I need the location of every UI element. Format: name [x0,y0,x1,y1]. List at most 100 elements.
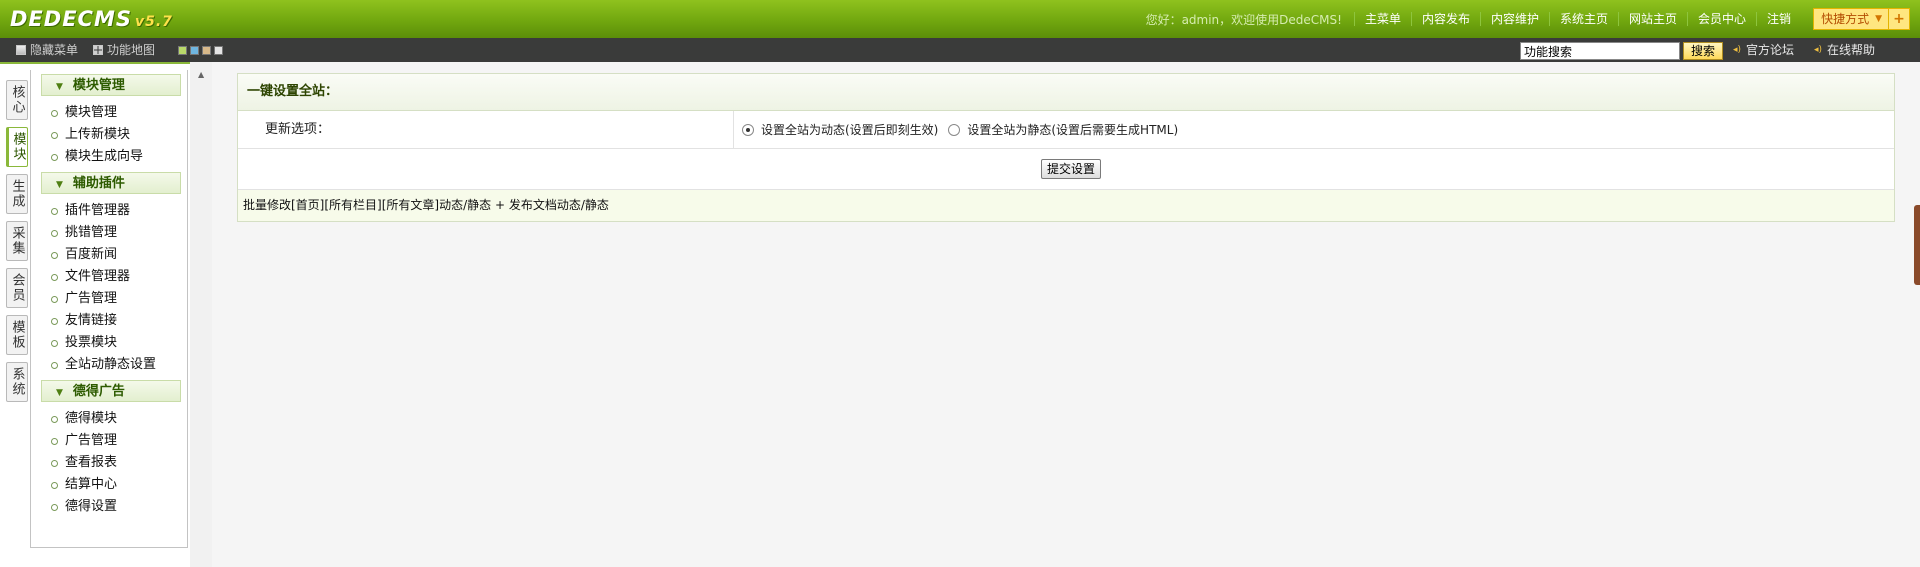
toolbar: 隐藏菜单 功能地图 搜索 ◂) 官方论坛 ◂) 在线帮助 [0,38,1920,64]
speaker-icon: ◂) [1814,45,1823,55]
tab-members[interactable]: 会员 [6,268,28,308]
sidebar-menu: ▼ 模块管理 模块管理 上传新模块 模块生成向导 ▼ 辅助插件 插件管理器 挑错管理… [30,70,188,548]
function-search-input[interactable] [1520,42,1680,60]
menu-item[interactable]: 友情链接 [31,310,187,332]
menu-list: 插件管理器 挑错管理 百度新闻 文件管理器 广告管理 友情链接 投票模块 全站动… [31,200,187,376]
menu-group-label: 辅助插件 [72,176,125,191]
radio-dynamic[interactable] [742,123,754,136]
menu-item[interactable]: 模块管理 [31,102,187,124]
menu-item[interactable]: 投票模块 [31,332,187,354]
chevron-down-icon: ▼ [56,180,63,190]
nav-content-publish[interactable]: 内容发布 [1410,12,1480,26]
menu-item[interactable]: 挑错管理 [31,222,187,244]
grid-icon [93,45,103,55]
menu-item-label: 模块生成向导 [65,149,144,164]
tab-generate[interactable]: 生成 [6,174,28,214]
sidebar-splitter[interactable] [190,62,212,567]
menu-item-label: 广告管理 [65,433,118,448]
radio-static[interactable] [948,123,961,136]
menu-item[interactable]: 结算中心 [31,474,187,496]
triangle-up-icon[interactable]: ▲ [198,70,204,79]
radio-static-label[interactable]: 设置全站为静态(设置后需要生成HTML) [967,121,1178,138]
menu-item[interactable]: 文件管理器 [31,266,187,288]
category-tabs: 核心 模块 生成 采集 会员 模板 系统 [6,80,28,409]
skin-swatch-green[interactable] [178,46,187,55]
tab-system[interactable]: 系统 [6,362,28,402]
tab-templates[interactable]: 模板 [6,315,28,355]
bullet-icon [51,437,58,445]
menu-item-label: 全站动静态设置 [65,357,157,372]
skin-switcher [178,46,223,55]
tab-collect[interactable]: 采集 [6,221,28,261]
bullet-icon [51,295,58,303]
menu-item-label: 文件管理器 [65,269,131,284]
tab-modules[interactable]: 模块 [6,127,28,167]
bullet-icon [51,459,58,467]
online-help-link[interactable]: ◂) 在线帮助 [1814,38,1875,62]
side-panel-handle[interactable] [1914,205,1920,285]
skin-swatch-tan[interactable] [202,46,211,55]
function-map-button[interactable]: 功能地图 [93,38,155,62]
menu-item-label: 百度新闻 [65,247,118,262]
menu-item[interactable]: 插件管理器 [31,200,187,222]
menu-item-label: 插件管理器 [65,203,131,218]
nav-site-home[interactable]: 网站主页 [1618,12,1687,26]
logo-version: v5.7 [135,14,173,30]
official-forum-link[interactable]: ◂) 官方论坛 [1733,38,1794,62]
nav-member-center[interactable]: 会员中心 [1687,12,1756,26]
menu-item-label: 德得模块 [65,411,118,426]
tab-core[interactable]: 核心 [6,80,28,120]
menu-item[interactable]: 广告管理 [31,288,187,310]
logo-text: DEDECMS [10,7,132,31]
skin-swatch-blue[interactable] [190,46,199,55]
welcome-text: 您好：admin，欢迎使用DedeCMS! [1145,12,1342,27]
menu-item[interactable]: 广告管理 [31,430,187,452]
menu-item[interactable]: 德得设置 [31,496,187,518]
dedecms-logo[interactable]: DEDECMS v5.7 [10,7,173,33]
menu-group-title[interactable]: ▼ 德得广告 [41,380,181,402]
menu-list: 模块管理 上传新模块 模块生成向导 [31,102,187,168]
menu-item[interactable]: 模块生成向导 [31,146,187,168]
online-help-label: 在线帮助 [1827,43,1876,57]
menu-item-label: 挑错管理 [65,225,118,240]
menu-group-title[interactable]: ▼ 辅助插件 [41,172,181,194]
quick-menu[interactable]: 快捷方式 ▼ + [1813,8,1910,30]
function-map-label: 功能地图 [107,43,156,57]
nav-content-maintain[interactable]: 内容维护 [1479,12,1549,26]
menu-item[interactable]: 德得模块 [31,408,187,430]
bullet-icon [51,251,58,259]
top-header: DEDECMS v5.7 您好：admin，欢迎使用DedeCMS! 主菜单 内容… [0,0,1920,38]
chevron-down-icon: ▼ [56,82,63,92]
chevron-down-icon[interactable]: ▼ [1875,9,1888,29]
bullet-icon [51,415,58,423]
search-button[interactable]: 搜索 [1683,42,1723,60]
sidebar-toggle-icon [16,45,26,55]
menu-item[interactable]: 上传新模块 [31,124,187,146]
quick-menu-label[interactable]: 快捷方式 [1814,9,1875,29]
option-values: 设置全站为动态(设置后即刻生效) 设置全站为静态(设置后需要生成HTML) [734,111,1188,148]
menu-item-label: 查看报表 [65,455,118,470]
radio-dynamic-label[interactable]: 设置全站为动态(设置后即刻生效) [761,121,938,138]
menu-group-title[interactable]: ▼ 模块管理 [41,74,181,96]
bullet-icon [51,481,58,489]
nav-logout[interactable]: 注销 [1756,12,1801,26]
submit-settings-button[interactable]: 提交设置 [1040,159,1101,179]
settings-panel: 一键设置全站： 更新选项： 设置全站为动态(设置后即刻生效) 设置全站为静态(设… [237,73,1895,222]
official-forum-label: 官方论坛 [1746,43,1795,57]
hide-menu-label: 隐藏菜单 [30,43,79,57]
menu-item[interactable]: 百度新闻 [31,244,187,266]
add-shortcut-button[interactable]: + [1888,9,1909,29]
nav-main-menu[interactable]: 主菜单 [1353,12,1411,26]
hide-menu-button[interactable]: 隐藏菜单 [16,38,78,62]
menu-group-label: 模块管理 [72,78,125,93]
option-row: 更新选项： 设置全站为动态(设置后即刻生效) 设置全站为静态(设置后需要生成HT… [238,111,1894,149]
chevron-down-icon: ▼ [56,388,63,398]
menu-item[interactable]: 查看报表 [31,452,187,474]
bullet-icon [51,317,58,325]
menu-item[interactable]: 全站动静态设置 [31,354,187,376]
menu-item-label: 投票模块 [65,335,118,350]
bullet-icon [51,273,58,281]
nav-system-home[interactable]: 系统主页 [1549,12,1618,26]
skin-swatch-gray[interactable] [214,46,223,55]
menu-item-label: 结算中心 [65,477,118,492]
